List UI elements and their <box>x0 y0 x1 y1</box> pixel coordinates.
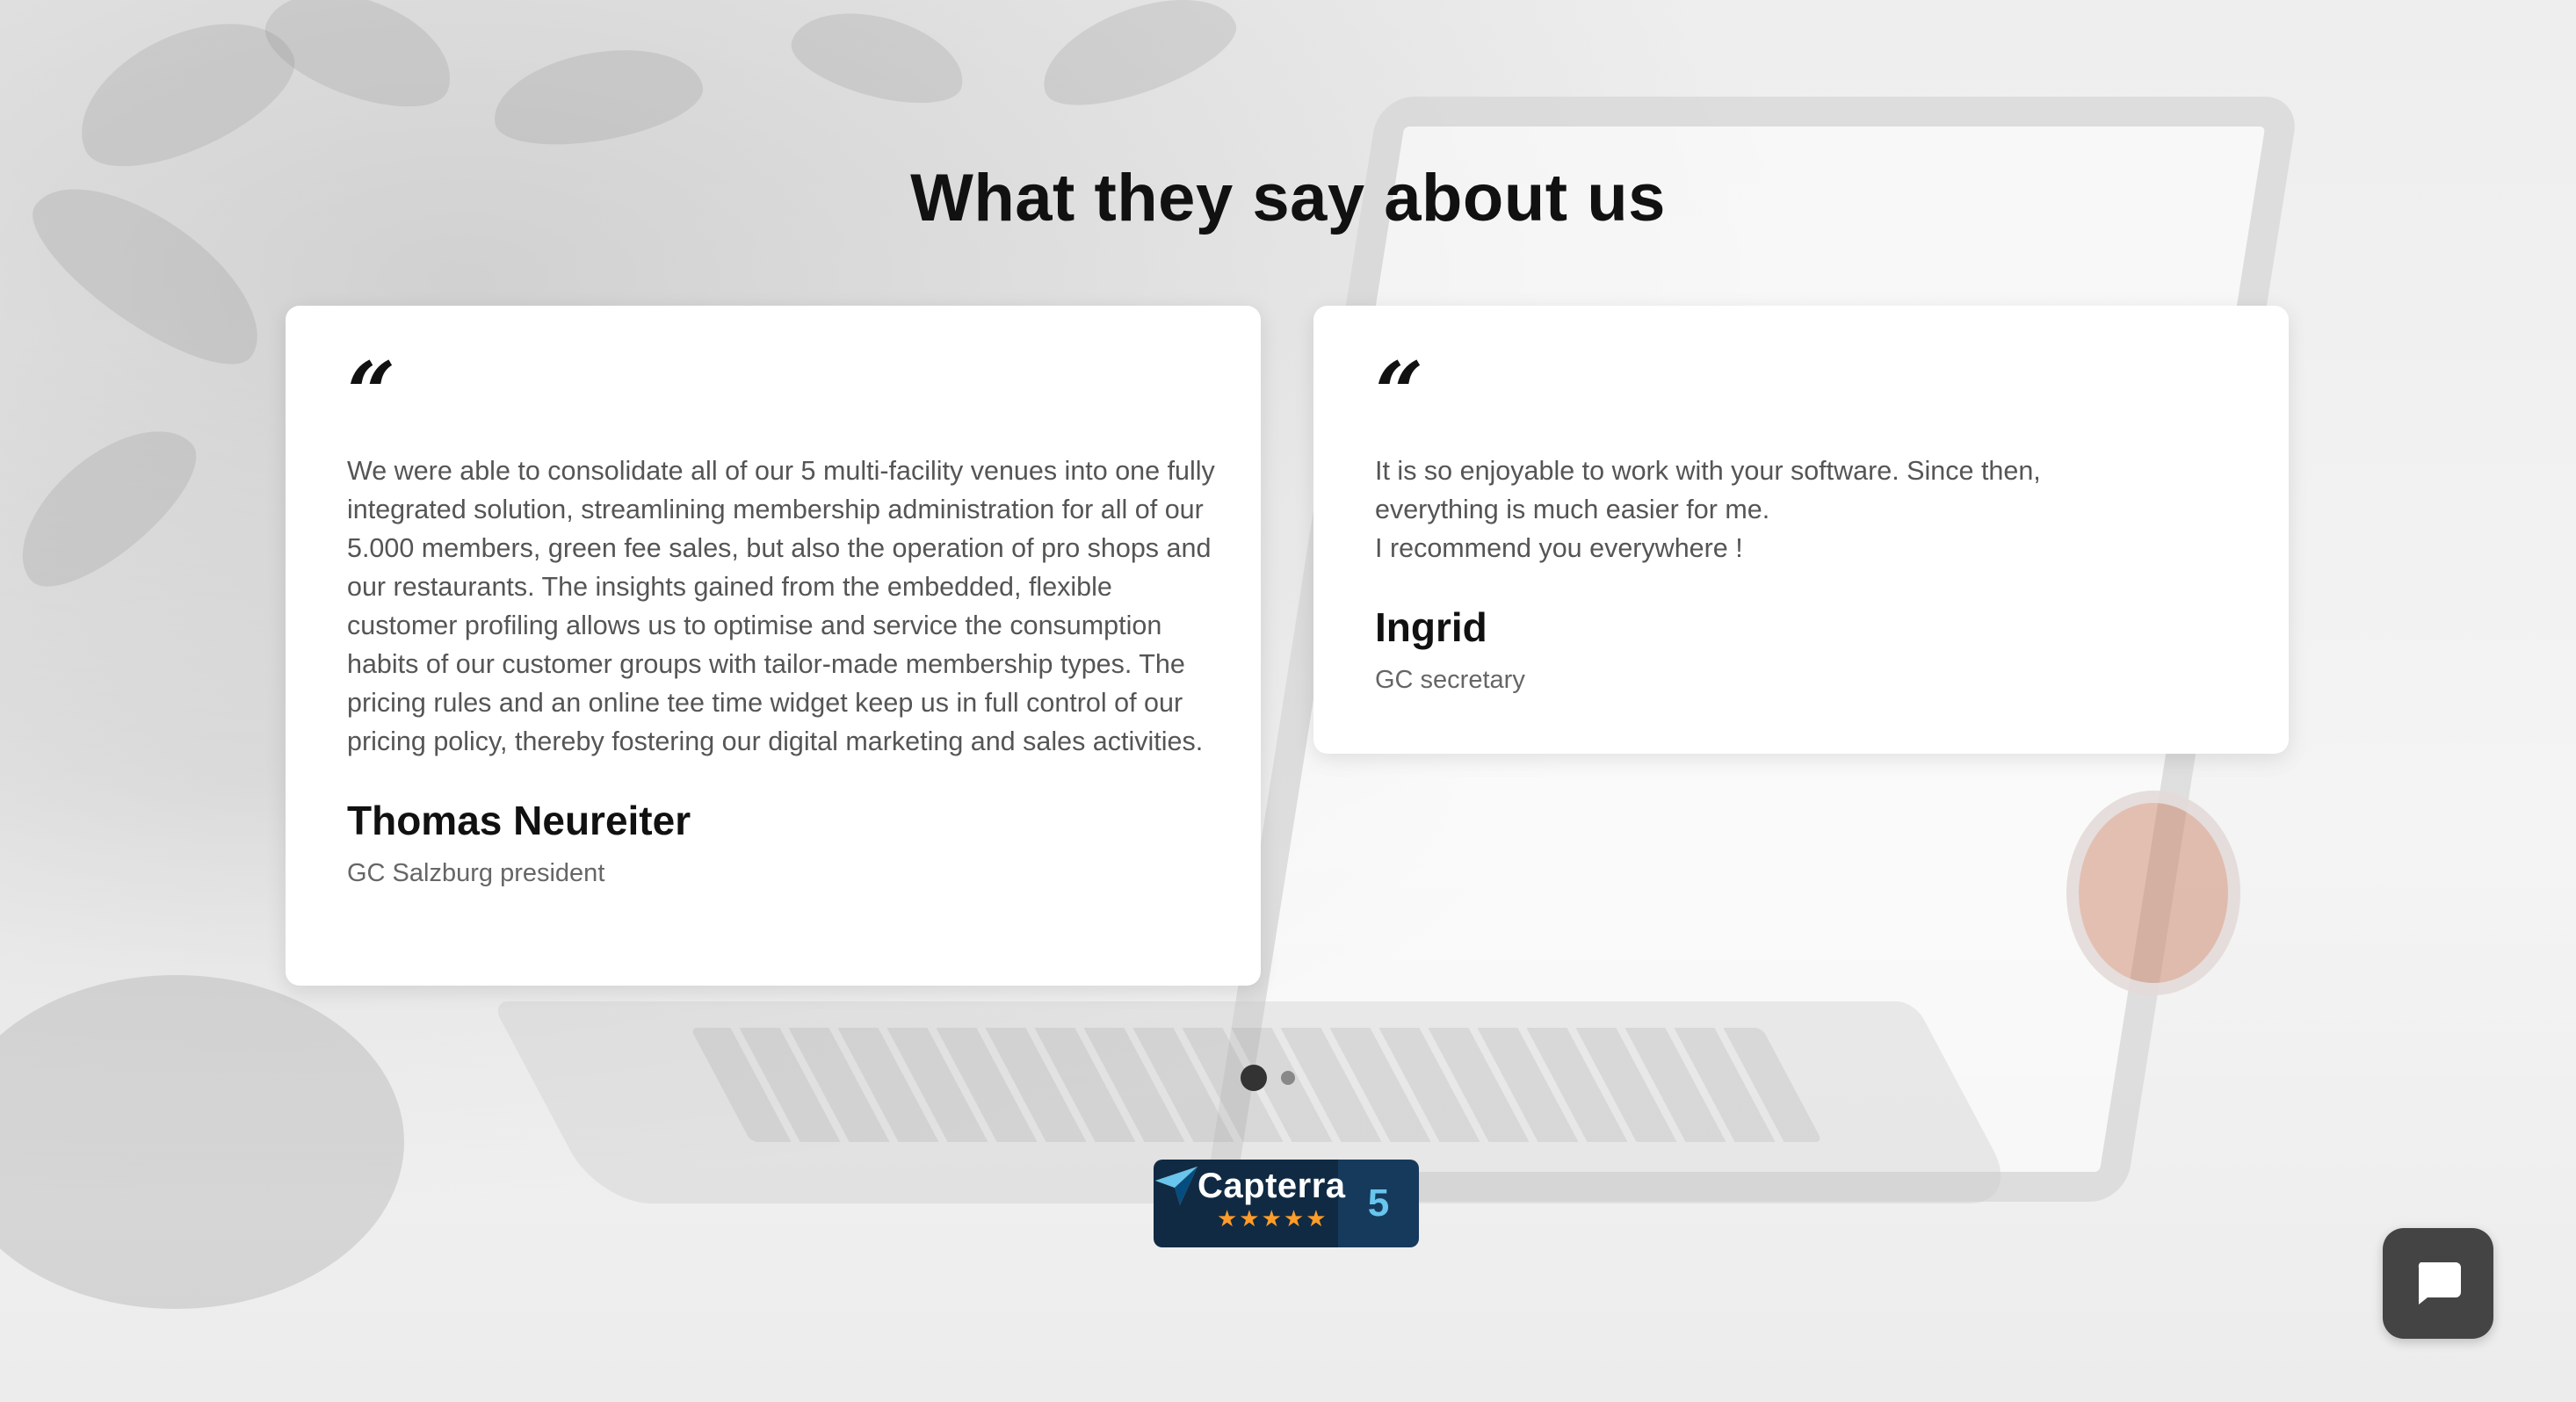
testimonial-role: GC Salzburg president <box>347 859 605 887</box>
carousel-pagination <box>1241 1065 1295 1091</box>
chat-launcher-button[interactable] <box>2383 1228 2493 1339</box>
section-title: What they say about us <box>910 161 1666 235</box>
chat-bubble-icon <box>2418 1262 2461 1304</box>
carousel-dot-2[interactable] <box>1281 1071 1295 1085</box>
testimonial-card: “ We were able to consolidate all of our… <box>286 306 1261 986</box>
capterra-stars-icon: ★★★★★ <box>1217 1205 1328 1232</box>
testimonial-text: We were able to consolidate all of our 5… <box>347 456 1215 756</box>
testimonial-author: Ingrid <box>1375 604 1487 650</box>
capterra-badge[interactable]: Capterra ★★★★★ 5 <box>1154 1160 1419 1247</box>
testimonials-page: What they say about us “ We were able to… <box>0 0 2576 1402</box>
quote-icon: “ <box>1375 343 1424 443</box>
testimonial-role: GC secretary <box>1375 666 1525 694</box>
testimonial-text: It is so enjoyable to work with your sof… <box>1375 456 2041 563</box>
testimonial-author: Thomas Neureiter <box>347 798 691 843</box>
capterra-score: 5 <box>1338 1160 1419 1247</box>
carousel-dot-1[interactable] <box>1241 1065 1267 1091</box>
quote-icon: “ <box>347 343 396 443</box>
capterra-name: Capterra <box>1198 1167 1346 1205</box>
capterra-logo-icon <box>1155 1167 1198 1205</box>
clock <box>2066 791 2240 995</box>
capterra-badge-main: Capterra ★★★★★ <box>1154 1160 1346 1247</box>
testimonial-card: “ It is so enjoyable to work with your s… <box>1313 306 2289 754</box>
